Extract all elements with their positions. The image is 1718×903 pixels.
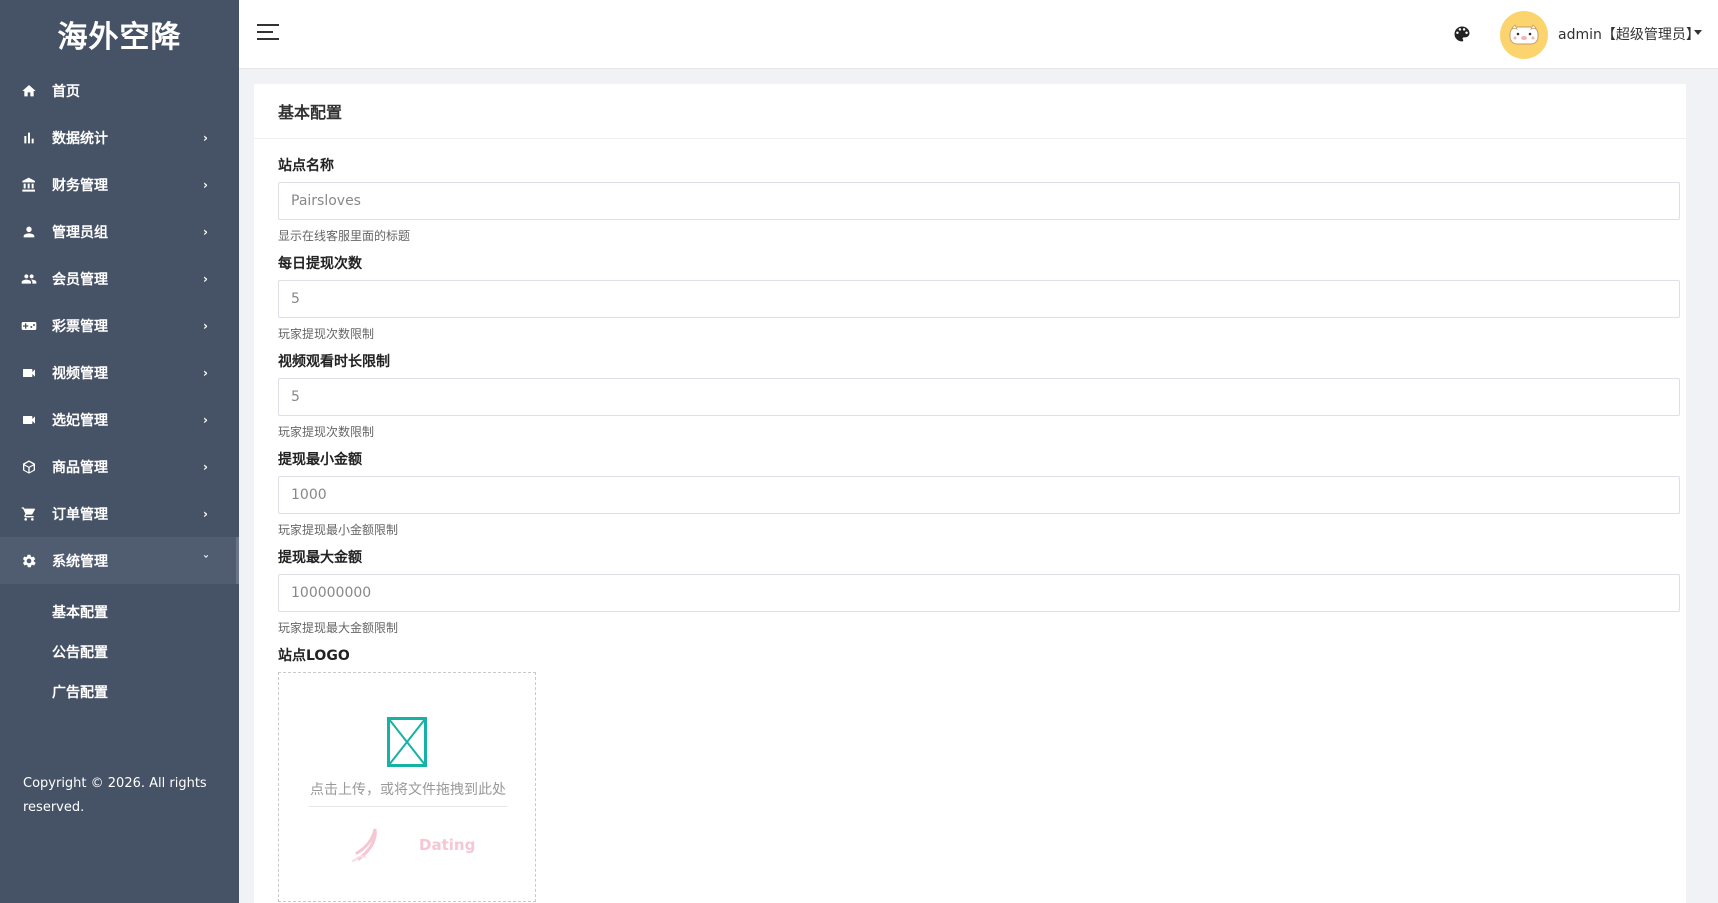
submenu-item-notice-config[interactable]: 公告配置: [0, 632, 239, 672]
video-watch-limit-input[interactable]: [278, 378, 1680, 416]
cube-icon: [20, 458, 38, 476]
hamburger-menu-icon[interactable]: [257, 24, 279, 42]
field-hint: 显示在线客服里面的标题: [278, 229, 411, 243]
field-site-name: 站点名称 显示在线客服里面的标题: [278, 156, 1686, 244]
logo-upload-dropzone[interactable]: 点击上传，或将文件拖拽到此处 Dating: [278, 672, 536, 902]
brand-title: 海外空降: [57, 19, 182, 55]
chevron-down-icon: ˇ: [203, 553, 209, 568]
sidebar-item-home[interactable]: 首页: [0, 67, 239, 114]
bar-chart-icon: [20, 129, 38, 147]
chevron-right-icon: ›: [203, 365, 208, 380]
field-video-watch-limit: 视频观看时长限制 玩家提现次数限制: [278, 352, 1686, 440]
daily-withdraw-count-input[interactable]: [278, 280, 1680, 318]
system-submenu: 基本配置 公告配置 广告配置: [0, 584, 239, 712]
min-withdraw-input[interactable]: [278, 476, 1680, 514]
chevron-right-icon: ›: [203, 271, 208, 286]
basic-config-form: 站点名称 显示在线客服里面的标题 每日提现次数 玩家提现次数限制 视频观看时长限…: [254, 139, 1686, 902]
sidebar-item-finance[interactable]: 财务管理 ›: [0, 161, 239, 208]
sidebar-item-system[interactable]: 系统管理 ˇ: [0, 537, 239, 584]
field-label: 提现最小金额: [278, 452, 362, 468]
chevron-right-icon: ›: [203, 224, 208, 239]
chevron-right-icon: ›: [203, 177, 208, 192]
gear-icon: [20, 552, 38, 570]
upload-hint-text: 点击上传，或将文件拖拽到此处: [310, 782, 506, 798]
field-hint: 玩家提现次数限制: [278, 425, 375, 439]
sidebar-item-products[interactable]: 商品管理 ›: [0, 443, 239, 490]
sidebar-item-label: 系统管理: [52, 553, 108, 570]
sidebar-item-label: 选妃管理: [52, 412, 108, 429]
sidebar-item-orders[interactable]: 订单管理 ›: [0, 490, 239, 537]
sidebar-item-label: 首页: [52, 83, 80, 100]
chevron-right-icon: ›: [203, 130, 208, 145]
upload-divider: [309, 806, 507, 807]
person-icon: [20, 223, 38, 241]
copyright-text: Copyright © 2026. All rights reserved.: [23, 776, 207, 815]
logo-preview-text: Dating: [419, 836, 476, 854]
sidebar-item-statistics[interactable]: 数据统计 ›: [0, 114, 239, 161]
field-hint: 玩家提现最大金额限制: [278, 621, 399, 635]
image-placeholder-icon: [387, 717, 427, 767]
field-label: 站点LOGO: [278, 648, 350, 664]
top-header: admin【超级管理员】: [239, 0, 1718, 69]
sidebar-item-label: 数据统计: [52, 130, 108, 147]
video-camera-icon: [20, 411, 38, 429]
sidebar-item-label: 财务管理: [52, 177, 108, 194]
gamepad-icon: [20, 317, 38, 335]
bank-icon: [20, 176, 38, 194]
field-max-withdraw: 提现最大金额 玩家提现最大金额限制: [278, 548, 1686, 636]
field-label: 每日提现次数: [278, 256, 362, 272]
field-site-logo: 站点LOGO 点击上传，或将文件拖拽到此处 Dating: [278, 646, 1686, 902]
sidebar-item-admin-group[interactable]: 管理员组 ›: [0, 208, 239, 255]
sidebar-item-label: 会员管理: [52, 271, 108, 288]
chevron-right-icon: ›: [203, 412, 208, 427]
sidebar-item-lottery[interactable]: 彩票管理 ›: [0, 302, 239, 349]
user-menu[interactable]: admin【超级管理员】: [1558, 24, 1700, 44]
field-hint: 玩家提现次数限制: [278, 327, 375, 341]
sidebar-item-videos[interactable]: 视频管理 ›: [0, 349, 239, 396]
video-camera-icon: [20, 364, 38, 382]
sidebar-item-label: 视频管理: [52, 365, 108, 382]
chevron-right-icon: ›: [203, 459, 208, 474]
config-card: 基本配置 站点名称 显示在线客服里面的标题 每日提现次数 玩家提现次数限制 视频…: [254, 84, 1686, 903]
cart-icon: [20, 505, 38, 523]
max-withdraw-input[interactable]: [278, 574, 1680, 612]
chevron-right-icon: ›: [203, 318, 208, 333]
field-min-withdraw: 提现最小金额 玩家提现最小金额限制: [278, 450, 1686, 538]
sidebar-item-selection[interactable]: 选妃管理 ›: [0, 396, 239, 443]
card-title: 基本配置: [254, 84, 1686, 139]
sidebar-item-label: 彩票管理: [52, 318, 108, 335]
field-daily-withdraw-count: 每日提现次数 玩家提现次数限制: [278, 254, 1686, 342]
sidebar-item-label: 订单管理: [52, 506, 108, 523]
field-label: 视频观看时长限制: [278, 354, 390, 370]
submenu-item-basic-config[interactable]: 基本配置: [0, 592, 239, 632]
chevron-right-icon: ›: [203, 506, 208, 521]
sidebar: 海外空降 首页 数据统计 › 财务管理 › 管理员组 › 会员管理 › 彩票管理: [0, 0, 239, 903]
home-icon: [20, 82, 38, 100]
pig-avatar-icon: [1509, 24, 1539, 45]
avatar[interactable]: [1500, 11, 1548, 59]
field-label: 提现最大金额: [278, 550, 362, 566]
field-hint: 玩家提现最小金额限制: [278, 523, 399, 537]
sidebar-item-members[interactable]: 会员管理 ›: [0, 255, 239, 302]
sidebar-item-label: 商品管理: [52, 459, 108, 476]
people-icon: [20, 270, 38, 288]
site-name-input[interactable]: [278, 182, 1680, 220]
sidebar-menu: 首页 数据统计 › 财务管理 › 管理员组 › 会员管理 › 彩票管理 › 视频…: [0, 67, 239, 584]
caret-down-icon[interactable]: [1694, 30, 1702, 35]
palette-icon[interactable]: [1452, 24, 1472, 44]
submenu-item-ad-config[interactable]: 广告配置: [0, 672, 239, 712]
field-label: 站点名称: [278, 158, 334, 174]
sidebar-item-label: 管理员组: [52, 224, 108, 241]
